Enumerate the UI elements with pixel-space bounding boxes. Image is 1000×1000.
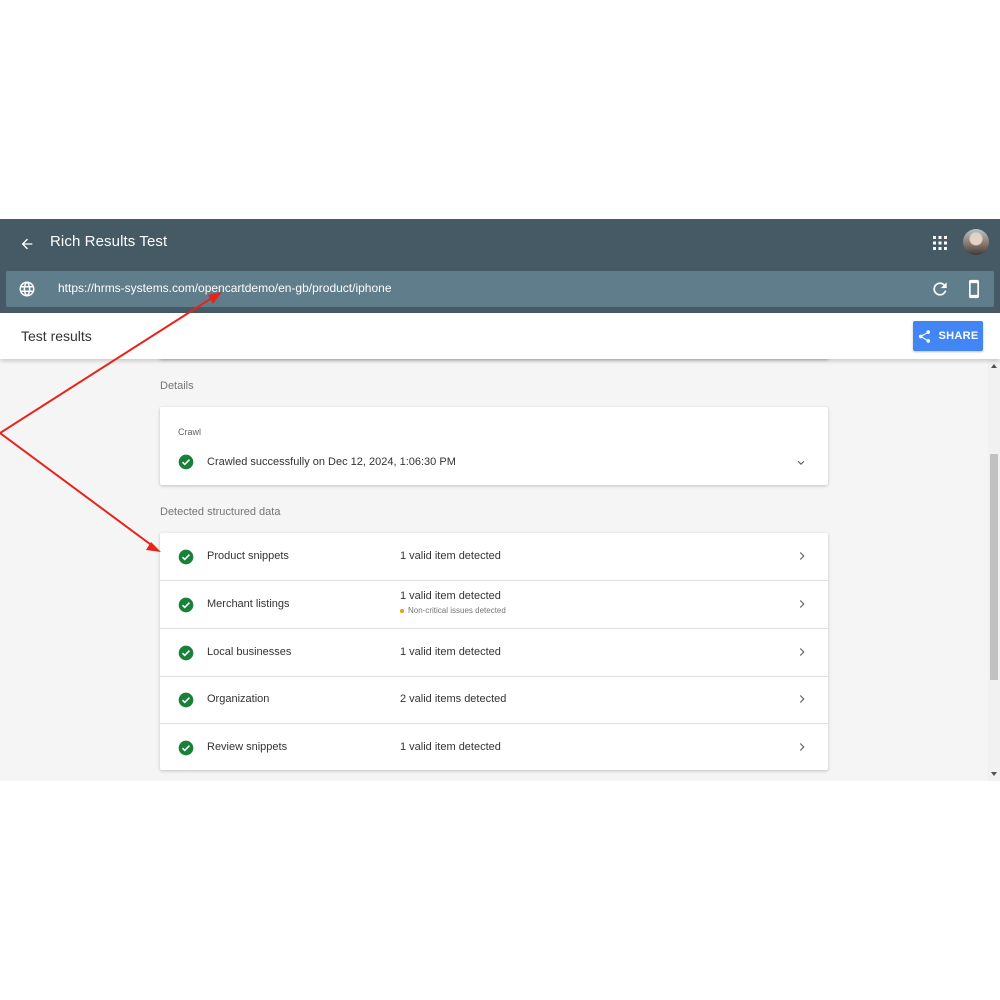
- globe-icon: [19, 281, 35, 297]
- url-bar: https://hrms-systems.com/opencartdemo/en…: [6, 271, 994, 307]
- structured-data-status: 1 valid item detected: [400, 741, 501, 753]
- back-arrow-icon: [21, 238, 33, 250]
- warning-note: Non-critical issues detected: [400, 606, 506, 615]
- account-avatar[interactable]: [963, 229, 989, 255]
- chevron-right-icon: [799, 648, 805, 656]
- crawl-label: Crawl: [178, 427, 202, 437]
- structured-data-row[interactable]: Organization 2 valid items detected: [160, 676, 828, 724]
- chevron-down-icon[interactable]: [794, 456, 808, 470]
- results-content: Details Crawl Crawled successfully on De…: [0, 359, 988, 781]
- google-apps-button[interactable]: [930, 233, 950, 253]
- structured-data-type: Merchant listings: [207, 598, 290, 610]
- refresh-icon[interactable]: [930, 279, 950, 299]
- scroll-thumb[interactable]: [990, 454, 998, 680]
- structured-data-row[interactable]: Merchant listings 1 valid item detected …: [160, 581, 828, 629]
- structured-data-type: Product snippets: [207, 550, 289, 562]
- results-header: Test results SHARE: [0, 313, 1000, 359]
- structured-data-row[interactable]: Review snippets 1 valid item detected: [160, 724, 828, 770]
- structured-data-status: 1 valid item detected: [400, 550, 501, 562]
- check-circle-icon: [178, 645, 194, 661]
- chevron-right-icon: [799, 552, 805, 560]
- structured-data-row[interactable]: Product snippets 1 valid item detected: [160, 533, 828, 581]
- structured-data-status: 1 valid item detected: [400, 646, 501, 658]
- check-circle-icon: [178, 740, 194, 756]
- details-section-label: Details: [160, 380, 194, 392]
- check-circle-icon: [178, 549, 194, 565]
- chevron-right-icon: [799, 600, 805, 608]
- crawl-card[interactable]: Crawl Crawled successfully on Dec 12, 20…: [160, 407, 828, 485]
- back-button[interactable]: [14, 231, 40, 257]
- structured-data-row[interactable]: Local businesses 1 valid item detected: [160, 629, 828, 677]
- structured-data-section-label: Detected structured data: [160, 506, 281, 518]
- app-title: Rich Results Test: [50, 233, 168, 250]
- structured-data-status: 1 valid item detected: [400, 590, 501, 602]
- chevron-right-icon: [799, 743, 805, 751]
- tested-url[interactable]: https://hrms-systems.com/opencartdemo/en…: [58, 281, 392, 295]
- structured-data-status: 2 valid items detected: [400, 693, 507, 705]
- apps-grid-icon: [933, 236, 947, 250]
- scroll-down-arrow-icon[interactable]: [990, 770, 998, 778]
- chevron-right-icon: [799, 695, 805, 703]
- warning-text: Non-critical issues detected: [408, 606, 506, 615]
- structured-data-type: Local businesses: [207, 646, 292, 658]
- results-title: Test results: [21, 328, 92, 344]
- scroll-up-arrow-icon[interactable]: [990, 362, 998, 370]
- structured-data-card: Product snippets 1 valid item detected M…: [160, 533, 828, 770]
- smartphone-icon[interactable]: [964, 278, 984, 300]
- share-button[interactable]: SHARE: [913, 321, 983, 351]
- share-icon: [919, 329, 931, 343]
- scrollbar[interactable]: [988, 359, 1000, 781]
- check-circle-icon: [178, 454, 194, 470]
- share-label: SHARE: [938, 330, 979, 342]
- rich-results-app: Rich Results Test https://hrms-systems.c…: [0, 219, 1000, 781]
- top-bar: Rich Results Test https://hrms-systems.c…: [0, 219, 1000, 313]
- check-circle-icon: [178, 692, 194, 708]
- check-circle-icon: [178, 597, 194, 613]
- warning-dot-icon: [400, 608, 404, 613]
- crawl-status: Crawled successfully on Dec 12, 2024, 1:…: [207, 456, 456, 468]
- structured-data-type: Review snippets: [207, 741, 288, 753]
- structured-data-type: Organization: [207, 693, 270, 705]
